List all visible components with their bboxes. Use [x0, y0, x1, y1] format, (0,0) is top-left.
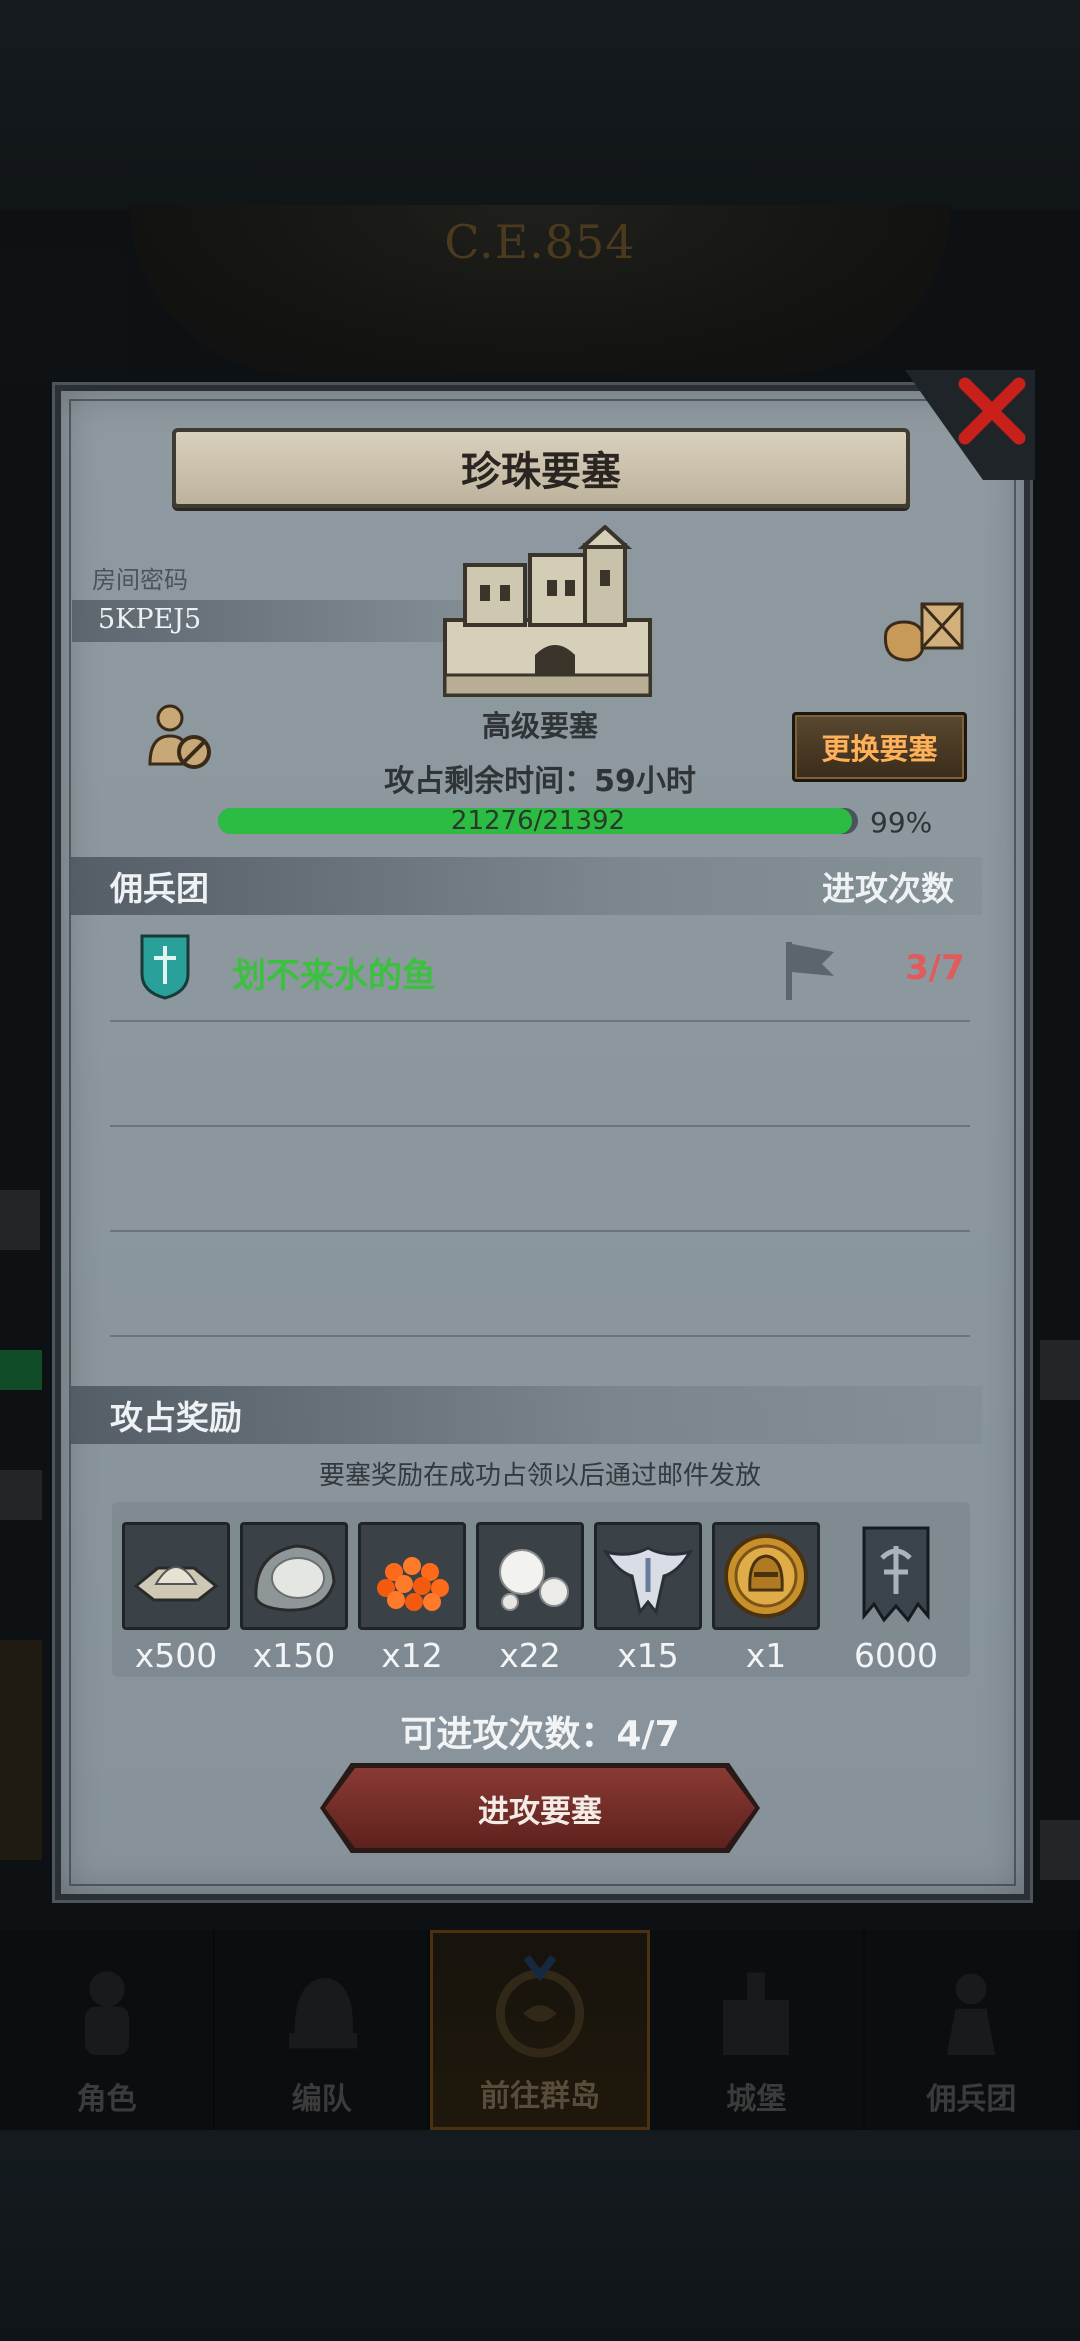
banner-icon [862, 1526, 930, 1623]
attacks-column-header: 进攻次数 [822, 869, 954, 908]
reward-item[interactable]: x22 [476, 1522, 584, 1675]
title-plate: 珍珠要塞 [172, 428, 910, 508]
reward-qty: x15 [617, 1636, 679, 1675]
room-password-label: 房间密码 [92, 566, 188, 594]
reward-qty: x1 [745, 1636, 787, 1675]
row-divider [110, 1335, 970, 1337]
reward-qty: x22 [499, 1636, 561, 1675]
reward-note: 要塞奖励在成功占领以后通过邮件发放 [318, 1461, 761, 1491]
time-left-text: 攻占剩余时间：59小时 [384, 764, 696, 799]
guild-attack-count: 3/7 [905, 948, 965, 988]
row-divider [110, 1230, 970, 1232]
reward-qty: x150 [252, 1636, 336, 1675]
close-icon [958, 377, 1026, 445]
silver-emblem-icon [602, 1546, 694, 1616]
attack-button-label: 进攻要塞 [478, 1793, 602, 1830]
salt-icon [133, 1566, 219, 1602]
reward-item[interactable]: x500 [122, 1522, 230, 1675]
row-divider [110, 1125, 970, 1127]
reward-item[interactable]: x15 [594, 1522, 702, 1675]
attacks-remaining: 可进攻次数：4/7 [400, 1714, 680, 1755]
reward-qty: x12 [381, 1636, 443, 1675]
reward-item[interactable]: 6000 [842, 1522, 950, 1675]
mercenary-section-title: 佣兵团 [110, 869, 209, 908]
supplies-icon[interactable] [878, 592, 966, 662]
hp-value: 21276/21392 [450, 806, 626, 836]
flag-icon [786, 942, 834, 1000]
reward-section-title: 攻占奖励 [110, 1398, 242, 1437]
oyster-icon [254, 1544, 336, 1612]
reward-qty: x500 [134, 1636, 218, 1675]
hp-percent: 99% [870, 806, 933, 839]
room-password-value: 5KPEJ5 [98, 604, 202, 635]
pearls-icon [499, 1549, 569, 1611]
fish-roe-icon [377, 1557, 449, 1611]
reward-item[interactable]: x1 [712, 1522, 820, 1675]
fortress-icon [443, 525, 652, 697]
guild-shield-icon [140, 934, 190, 1000]
dialog-title: 珍珠要塞 [461, 449, 621, 495]
reward-item[interactable]: x12 [358, 1522, 466, 1675]
reward-item[interactable]: x150 [240, 1522, 348, 1675]
attack-fortress-button[interactable]: 进攻要塞 [325, 1768, 755, 1848]
reward-qty: 6000 [854, 1636, 938, 1675]
guild-name[interactable]: 划不来水的鱼 [232, 948, 436, 997]
row-divider [110, 1020, 970, 1022]
gold-helmet-coin-icon [724, 1534, 808, 1618]
